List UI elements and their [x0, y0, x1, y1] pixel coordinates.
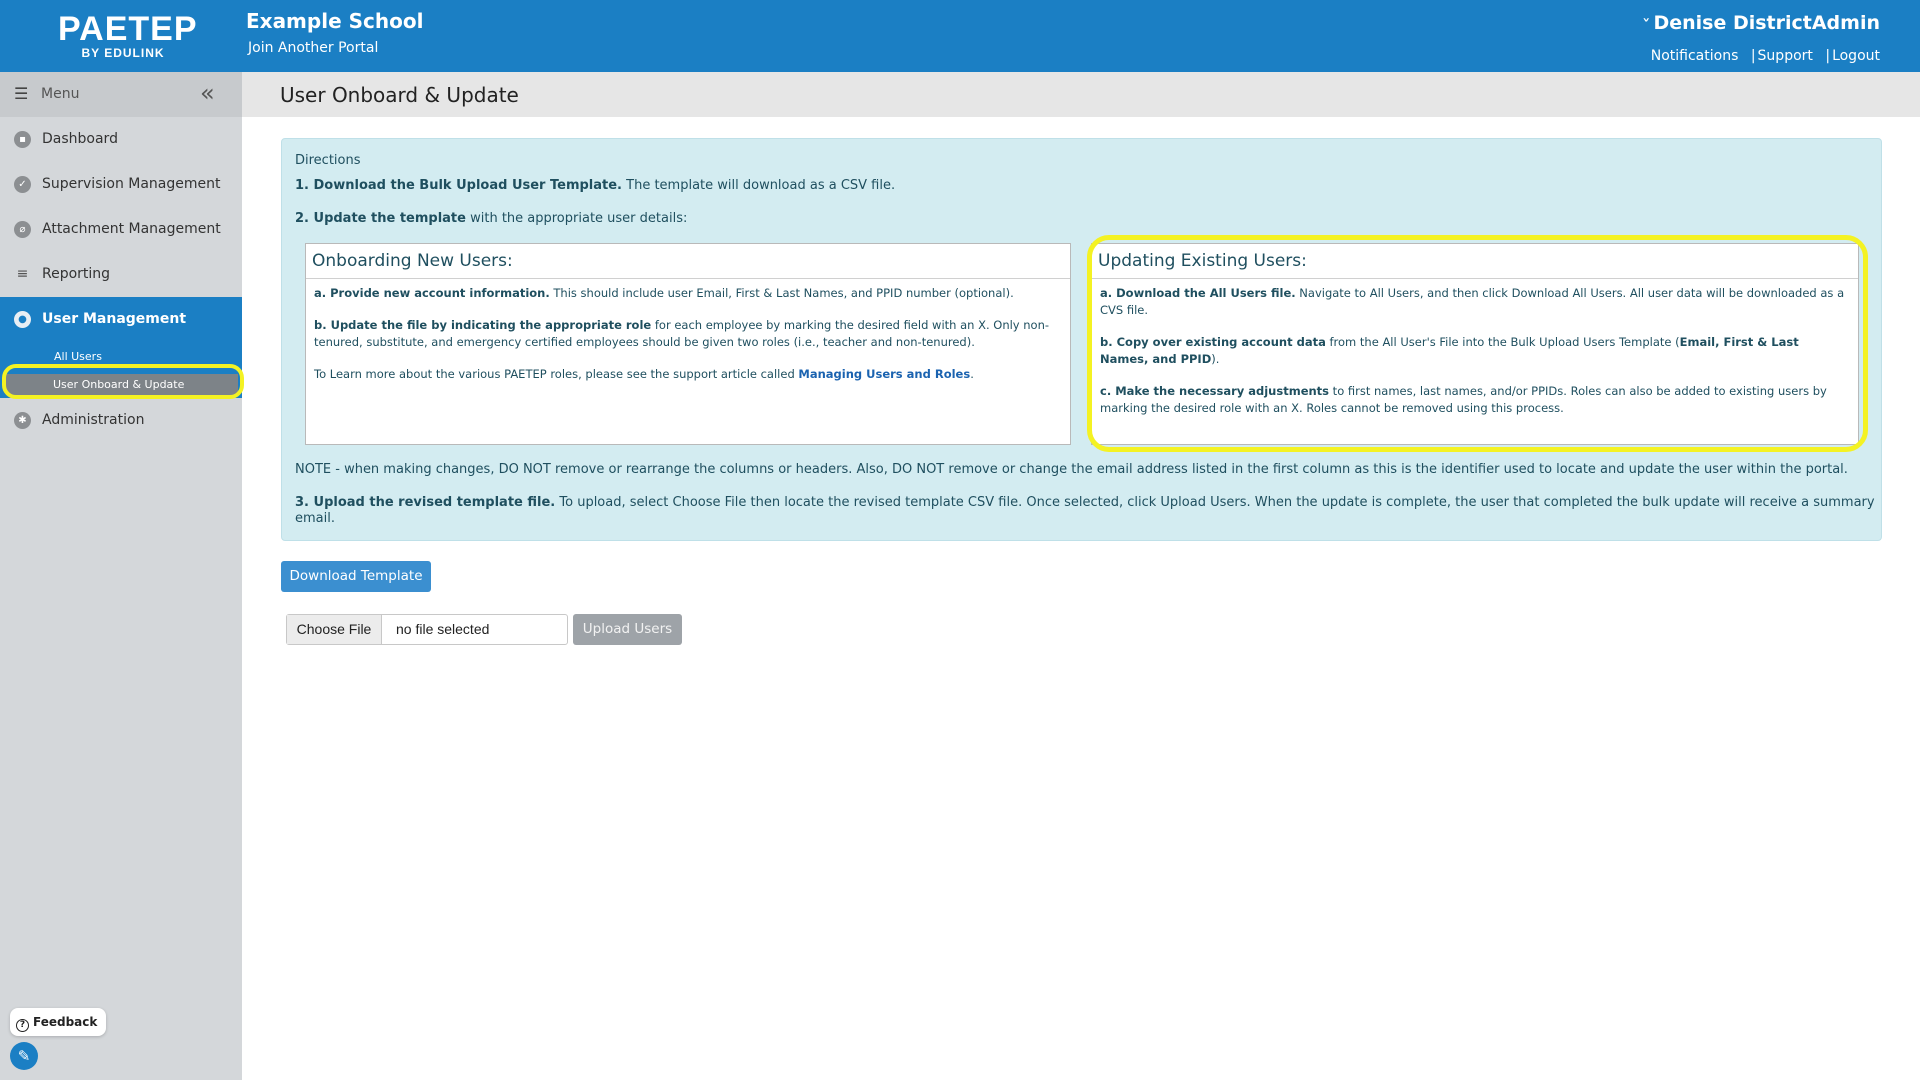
onboarding-new-users-panel: Onboarding New Users: a. Provide new acc… [305, 243, 1071, 445]
download-template-button[interactable]: Download Template [281, 561, 431, 592]
sidebar-item-label: Dashboard [42, 131, 118, 147]
gear-icon: ✱ [14, 412, 31, 429]
sidebar: ☰ Menu « ▪ Dashboard ✓ Supervision Manag… [0, 72, 242, 1080]
bar-chart-icon: ≡ [16, 266, 29, 282]
choose-file-button[interactable]: Choose File [287, 615, 382, 644]
user-icon: ● [14, 311, 31, 328]
sidebar-item-label: Administration [42, 412, 145, 428]
help-chat-icon[interactable]: ✎ [10, 1042, 38, 1070]
instruction-b-text: from the All User's File into the Bulk U… [1325, 335, 1680, 349]
sidebar-subitem-all-users[interactable]: All Users [54, 350, 102, 363]
file-input[interactable]: Choose File no file selected [286, 614, 568, 645]
panel-title: Onboarding New Users: [306, 244, 1070, 279]
sidebar-item-reporting[interactable]: ≡ Reporting [0, 252, 242, 297]
panel-body: a. Provide new account information. This… [306, 279, 1070, 383]
sidebar-item-label: Supervision Management [42, 176, 221, 192]
top-header: PAETEP BY EDULINK Example School Join An… [0, 0, 1920, 72]
step-1-title: 1. Download the Bulk Upload User Templat… [295, 178, 622, 193]
user-dropdown[interactable]: ˅ Denise DistrictAdmin [1641, 10, 1880, 39]
panel-title: Updating Existing Users: [1092, 244, 1858, 279]
link-separator: | [1750, 48, 1756, 64]
instruction-b-title: b. Update the file by indicating the app… [314, 318, 652, 332]
instruction-a-title: a. Download the All Users file. [1100, 286, 1296, 300]
school-block: Example School Join Another Portal [246, 8, 423, 58]
sidebar-item-label: Attachment Management [42, 221, 221, 237]
chevron-down-icon: ˅ [1641, 18, 1651, 33]
list-menu-icon: ☰ [14, 84, 29, 103]
instruction-c-end: . [970, 367, 974, 381]
step-2-text: with the appropriate user details: [465, 211, 688, 226]
instruction-c: To Learn more about the various PAETEP r… [314, 366, 1062, 383]
check-circle-icon: ✓ [14, 176, 31, 193]
managing-users-roles-link[interactable]: Managing Users and Roles [798, 367, 970, 381]
directions-panel: Directions 1. Download the Bulk Upload U… [281, 138, 1882, 541]
sidebar-item-attachment-management[interactable]: ⌀ Attachment Management [0, 207, 242, 252]
logout-link[interactable]: Logout [1832, 48, 1880, 64]
step-1: 1. Download the Bulk Upload User Templat… [295, 178, 895, 194]
collapse-sidebar-icon[interactable]: « [200, 81, 215, 105]
instruction-a-title: a. Provide new account information. [314, 286, 550, 300]
instruction-a: a. Provide new account information. This… [314, 285, 1062, 302]
instruction-b: b. Copy over existing account data from … [1100, 334, 1850, 368]
sidebar-item-label: Reporting [42, 266, 111, 282]
step-2-title: 2. Update the template [295, 211, 466, 226]
sidebar-subitem-user-onboard-update[interactable]: User Onboard & Update [6, 374, 238, 395]
user-menu: ˅ Denise DistrictAdmin Notifications | Sup… [1641, 10, 1880, 65]
step-1-text: The template will download as a CSV file… [622, 178, 896, 193]
instruction-c-title: c. Make the necessary adjustments [1100, 384, 1330, 398]
feedback-label: Feedback [33, 1015, 98, 1029]
instruction-b: b. Update the file by indicating the app… [314, 317, 1062, 351]
support-link[interactable]: Support [1758, 48, 1813, 64]
paetep-logo[interactable]: PAETEP BY EDULINK [58, 10, 198, 60]
feedback-button[interactable]: ? Feedback [10, 1008, 106, 1036]
updating-existing-users-panel: Updating Existing Users: a. Download the… [1091, 243, 1859, 445]
sidebar-item-user-management[interactable]: ● User Management [0, 297, 242, 342]
note-text: NOTE - when making changes, DO NOT remov… [295, 462, 1848, 477]
question-circle-icon: ? [16, 1019, 29, 1032]
step-2: 2. Update the template with the appropri… [295, 211, 687, 227]
panel-body: a. Download the All Users file. Navigate… [1092, 279, 1858, 417]
join-another-portal-link[interactable]: Join Another Portal [248, 38, 423, 58]
link-separator: | [1825, 48, 1831, 64]
user-name: Denise DistrictAdmin [1653, 12, 1880, 34]
menu-label: Menu [41, 86, 80, 102]
logo-sub-text: BY EDULINK [81, 46, 165, 60]
sidebar-item-label: User Management [42, 311, 187, 327]
paperclip-icon: ⌀ [14, 221, 31, 238]
step-3-title: 3. Upload the revised template file. [295, 495, 556, 510]
instruction-c: c. Make the necessary adjustments to fir… [1100, 383, 1850, 417]
school-name: Example School [246, 9, 424, 33]
instruction-a-text: This should include user Email, First & … [549, 286, 1014, 300]
directions-heading: Directions [295, 153, 361, 168]
dashboard-icon: ▪ [14, 131, 31, 148]
step-3: 3. Upload the revised template file. To … [295, 495, 1881, 527]
sidebar-item-dashboard[interactable]: ▪ Dashboard [0, 117, 242, 162]
sidebar-item-supervision-management[interactable]: ✓ Supervision Management [0, 162, 242, 207]
sidebar-item-administration[interactable]: ✱ Administration [0, 398, 242, 443]
instruction-c-text: To Learn more about the various PAETEP r… [314, 367, 799, 381]
user-management-submenu: All Users User Onboard & Update [0, 342, 242, 398]
page-title: User Onboard & Update [280, 83, 519, 107]
logo-main-text: PAETEP [58, 10, 198, 48]
page-header: User Onboard & Update [242, 72, 1920, 117]
notifications-link[interactable]: Notifications [1651, 48, 1739, 64]
instruction-a: a. Download the All Users file. Navigate… [1100, 285, 1850, 319]
menu-toggle-row[interactable]: ☰ Menu « [0, 72, 242, 117]
instruction-b-end: ). [1211, 352, 1220, 366]
file-status: no file selected [396, 621, 490, 637]
upload-users-button[interactable]: Upload Users [573, 614, 682, 645]
instruction-b-title: b. Copy over existing account data [1100, 335, 1326, 349]
user-links: Notifications | Support | Logout [1643, 47, 1880, 65]
